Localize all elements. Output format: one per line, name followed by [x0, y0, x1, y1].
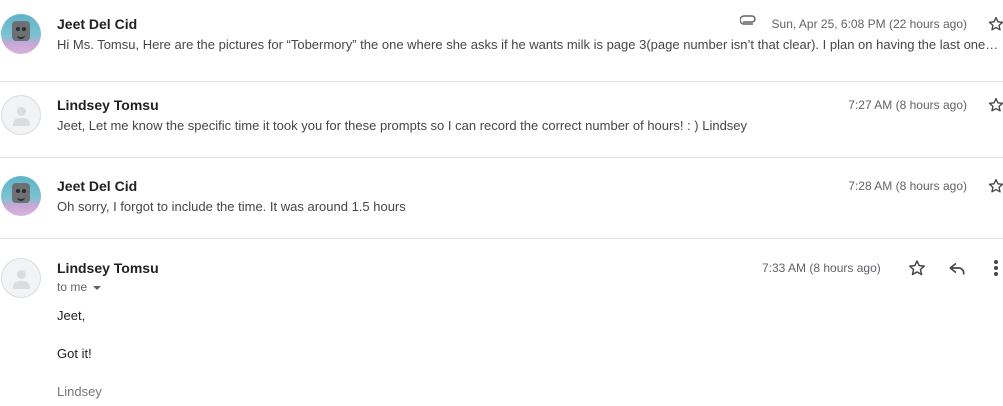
message-signature: Lindsey — [57, 384, 102, 399]
sender-name: Lindsey Tomsu — [57, 260, 159, 276]
star-icon[interactable] — [987, 96, 1003, 114]
reply-icon[interactable] — [947, 258, 967, 278]
message-snippet: Jeet, Let me know the specific time it t… — [57, 118, 748, 133]
message-timestamp: 7:33 AM (8 hours ago) — [762, 261, 881, 275]
message-body-text: Got it! — [57, 346, 92, 361]
message-timestamp: 7:28 AM (8 hours ago) — [848, 179, 967, 193]
star-icon[interactable] — [907, 258, 927, 278]
star-icon[interactable] — [987, 15, 1003, 33]
sender-name: Lindsey Tomsu — [57, 97, 159, 113]
more-vert-icon[interactable] — [990, 258, 1002, 278]
message-body-greeting: Jeet, — [57, 308, 86, 323]
message-timestamp: Sun, Apr 25, 6:08 PM (22 hours ago) — [771, 17, 967, 31]
email-thread: Jeet Del Cid Sun, Apr 25, 6:08 PM (22 ho… — [0, 0, 1003, 406]
sender-name: Jeet Del Cid — [57, 16, 138, 32]
thread-message-collapsed[interactable]: Jeet Del Cid 7:28 AM (8 hours ago) Oh so… — [0, 157, 1003, 239]
thread-message-collapsed[interactable]: Jeet Del Cid Sun, Apr 25, 6:08 PM (22 ho… — [0, 0, 1003, 82]
chevron-down-icon[interactable] — [93, 285, 102, 290]
star-icon[interactable] — [987, 177, 1003, 195]
sender-name: Jeet Del Cid — [57, 178, 138, 194]
recipient-details-toggle[interactable]: to me — [57, 280, 102, 294]
sender-avatar[interactable] — [1, 176, 41, 216]
message-snippet: Oh sorry, I forgot to include the time. … — [57, 199, 406, 214]
sender-avatar[interactable] — [1, 14, 41, 54]
message-snippet: Hi Ms. Tomsu, Here are the pictures for … — [57, 37, 1002, 52]
paperclip-icon — [740, 15, 758, 29]
sender-avatar[interactable] — [1, 95, 41, 135]
thread-message-collapsed[interactable]: Lindsey Tomsu 7:27 AM (8 hours ago) Jeet… — [0, 76, 1003, 158]
recipient-label: to me — [57, 280, 88, 294]
sender-avatar[interactable] — [1, 258, 41, 298]
message-timestamp: 7:27 AM (8 hours ago) — [848, 98, 967, 112]
